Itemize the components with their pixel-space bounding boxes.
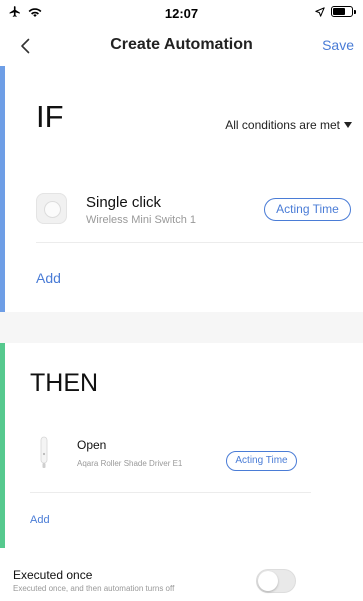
nav-bar: Create Automation Save	[0, 26, 363, 66]
then-acting-time-button[interactable]: Acting Time	[226, 451, 297, 471]
status-bar: 12:07	[0, 0, 363, 26]
battery-icon	[331, 6, 356, 17]
then-accent-bar	[0, 343, 5, 548]
caret-down-icon	[344, 122, 352, 128]
if-accent-bar	[0, 66, 5, 312]
executed-once-row: Executed once Executed once, and then au…	[0, 548, 363, 601]
if-add-button[interactable]: Add	[36, 270, 61, 286]
toggle-knob	[258, 571, 278, 591]
action-title[interactable]: Open	[77, 438, 106, 452]
status-time: 12:07	[164, 6, 199, 21]
section-separator	[0, 312, 363, 343]
status-right	[315, 6, 356, 17]
battery-fill	[333, 8, 345, 15]
executed-once-title: Executed once	[13, 568, 93, 582]
then-heading: THEN	[30, 369, 99, 397]
condition-title[interactable]: Single click	[86, 194, 161, 211]
conditions-dropdown[interactable]: All conditions are met	[225, 118, 352, 132]
then-divider	[30, 492, 311, 493]
create-automation-screen: 12:07 Create Automation Save IF All cond…	[0, 0, 363, 601]
if-divider	[36, 242, 363, 243]
executed-once-toggle[interactable]	[256, 569, 296, 593]
if-heading: IF	[36, 99, 64, 134]
mini-switch-icon	[36, 193, 67, 224]
save-button[interactable]: Save	[322, 37, 354, 53]
if-acting-time-button[interactable]: Acting Time	[264, 198, 351, 221]
executed-once-description: Executed once, and then automation turns…	[13, 584, 175, 593]
condition-device: Wireless Mini Switch 1	[86, 214, 197, 226]
then-add-button[interactable]: Add	[30, 514, 50, 526]
location-arrow-icon	[315, 6, 325, 17]
action-device: Aqara Roller Shade Driver E1	[77, 459, 183, 468]
conditions-label: All conditions are met	[225, 118, 340, 132]
then-section: THEN Open Aqara Roller Shade Driver E1 A…	[0, 343, 311, 548]
roller-shade-icon	[40, 436, 48, 468]
page-title: Create Automation	[110, 36, 253, 53]
if-section: IF All conditions are met Single click W…	[0, 66, 363, 312]
